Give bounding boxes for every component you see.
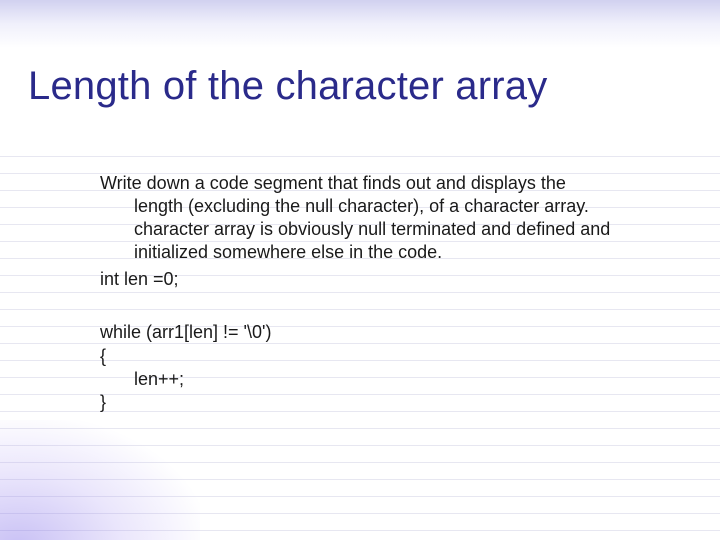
slide-title: Length of the character array <box>28 64 692 108</box>
slide: Length of the character array Write down… <box>0 0 720 540</box>
code-line-increment: len++; <box>100 368 650 391</box>
code-line-close-brace: } <box>100 391 650 414</box>
code-block: while (arr1[len] != '\0') { len++; } <box>100 321 650 415</box>
top-gradient <box>0 0 720 48</box>
prompt-paragraph: Write down a code segment that finds out… <box>100 172 650 264</box>
slide-body: Write down a code segment that finds out… <box>100 172 650 415</box>
prompt-line-4: initialized somewhere else in the code. <box>134 241 650 264</box>
prompt-line-3: character array is obviously null termin… <box>134 218 650 241</box>
code-line-while: while (arr1[len] != '\0') <box>100 321 650 344</box>
bottom-corner-glow <box>0 420 200 540</box>
code-line-open-brace: { <box>100 345 650 368</box>
prompt-line-2: length (excluding the null character), o… <box>134 195 650 218</box>
prompt-line-1: Write down a code segment that finds out… <box>100 173 566 193</box>
declaration-line: int len =0; <box>100 268 650 291</box>
